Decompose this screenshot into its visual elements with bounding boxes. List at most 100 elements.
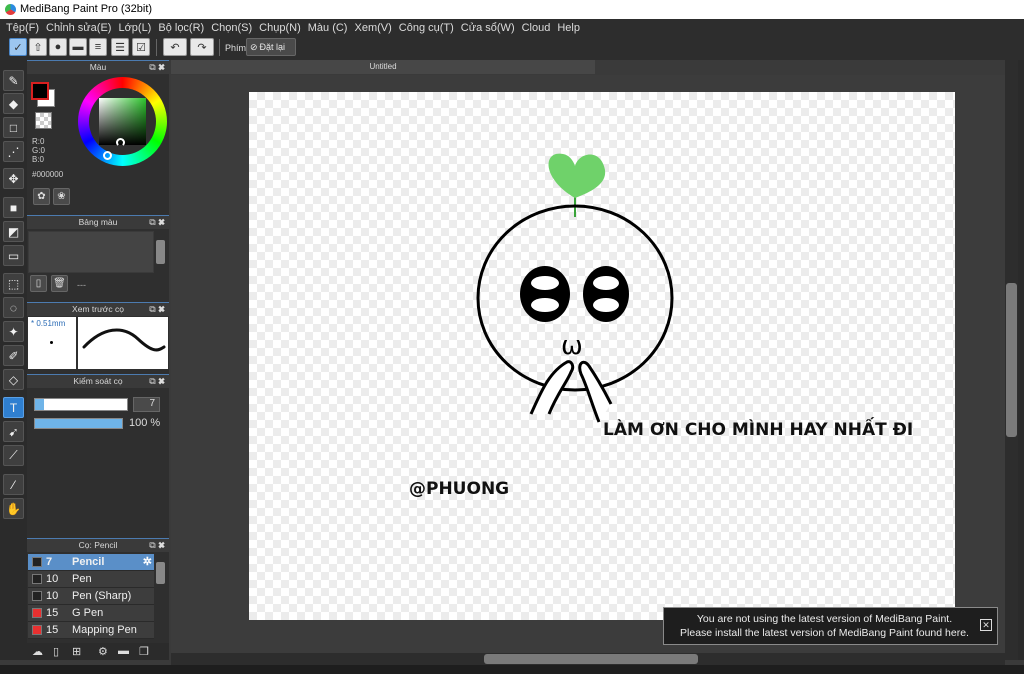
- menu-select[interactable]: Chọn(S): [209, 19, 257, 37]
- bucket-tool-icon[interactable]: ◩: [3, 221, 24, 242]
- horizontal-scroll-thumb[interactable]: [484, 654, 698, 664]
- move-tool-icon[interactable]: ✥: [3, 168, 24, 189]
- right-eye: [583, 266, 629, 322]
- select-rect-icon[interactable]: ⬚: [3, 273, 24, 294]
- gradient-tool-icon[interactable]: ▭: [3, 245, 24, 266]
- checklist-icon[interactable]: ☑: [132, 38, 150, 56]
- menu-edit[interactable]: Chỉnh sửa(E): [44, 19, 116, 37]
- page-list-icon[interactable]: ☰: [111, 38, 129, 56]
- foreground-color-swatch[interactable]: [31, 82, 49, 100]
- dot-tool-icon[interactable]: ⋰: [3, 141, 24, 162]
- panel-controls-icon[interactable]: ⧉ ✖: [149, 216, 165, 229]
- cloud-check-icon[interactable]: ✓: [9, 38, 27, 56]
- left-hand: [529, 360, 575, 415]
- speech-bubble-icon[interactable]: ▬: [69, 38, 87, 56]
- notification-line-2[interactable]: Please install the latest version of Med…: [664, 626, 985, 640]
- redo-icon[interactable]: ↷: [190, 38, 214, 56]
- hand-tool-icon[interactable]: ✋: [3, 498, 24, 519]
- menu-color[interactable]: Màu (C): [306, 19, 353, 37]
- color-palette-icon[interactable]: ✿: [33, 188, 50, 205]
- rectangle-tool-icon[interactable]: □: [3, 117, 24, 138]
- new-brush-icon[interactable]: ▯: [53, 645, 59, 658]
- eyedropper-tool-icon[interactable]: ⁄: [3, 474, 24, 495]
- close-icon[interactable]: ✕: [980, 619, 992, 631]
- add-brush-icon[interactable]: ⊞: [72, 645, 81, 658]
- reset-button[interactable]: ⊘ Đặt lại: [246, 38, 296, 56]
- document-icon[interactable]: ≡: [89, 38, 107, 56]
- palette-area[interactable]: [28, 231, 154, 273]
- menu-cloud[interactable]: Cloud: [520, 19, 556, 37]
- color-mixer-icon[interactable]: ❀: [53, 188, 70, 205]
- brush-color-chip: [32, 557, 42, 567]
- brush-list-title: Cọ: Pencil: [78, 540, 118, 550]
- comment-icon[interactable]: ●: [49, 38, 67, 56]
- menu-window[interactable]: Cửa sổ(W): [459, 19, 520, 37]
- toolbar-divider: [219, 39, 220, 56]
- folder-icon[interactable]: ▬: [118, 645, 129, 657]
- delete-palette-icon[interactable]: 🗑: [51, 275, 68, 292]
- cloud-download-icon[interactable]: ☁: [32, 645, 43, 658]
- menu-filter[interactable]: Bộ lọc(R): [156, 19, 209, 37]
- new-palette-icon[interactable]: ▯: [30, 275, 47, 292]
- magic-wand-icon[interactable]: ✦: [3, 321, 24, 342]
- brush-color-chip: [32, 574, 42, 584]
- brush-list-header: Cọ: Pencil ⧉ ✖: [27, 538, 169, 552]
- palette-scroll-thumb[interactable]: [156, 240, 165, 264]
- fill-rectangle-icon[interactable]: ■: [3, 197, 24, 218]
- brush-list-scroll-thumb[interactable]: [156, 562, 165, 584]
- gear-icon[interactable]: ✲: [143, 555, 152, 568]
- opacity-slider[interactable]: [34, 418, 123, 429]
- vertical-scroll-thumb[interactable]: [1006, 283, 1017, 437]
- panel-controls-icon[interactable]: ⧉ ✖: [149, 61, 165, 74]
- panel-controls-icon[interactable]: ⧉ ✖: [149, 539, 165, 552]
- reset-label: Đặt lại: [259, 42, 286, 52]
- tool-column: ✎ ◆ □ ⋰ ✥ ■ ◩ ▭ ⬚ ◌ ✦ ✐ ◇ T ➹ ⟋ ⁄ ✋: [0, 60, 27, 660]
- copy-brush-icon[interactable]: ❐: [139, 645, 149, 658]
- brush-color-chip: [32, 625, 42, 635]
- brush-item[interactable]: 10 Pen (Sharp): [28, 588, 154, 605]
- brush-name: Pen (Sharp): [72, 590, 132, 602]
- document-tab[interactable]: Untitled: [171, 60, 595, 74]
- brush-tool-icon[interactable]: ✎: [3, 70, 24, 91]
- transparent-swatch[interactable]: [35, 112, 52, 129]
- menu-help[interactable]: Help: [555, 19, 585, 37]
- palette-panel-title: Bảng màu: [78, 217, 118, 227]
- hue-cursor: [103, 151, 112, 160]
- update-notification[interactable]: You are not using the latest version of …: [663, 607, 998, 645]
- text-tool-icon[interactable]: T: [3, 397, 24, 418]
- brush-name: Mapping Pen: [72, 624, 137, 636]
- brush-item[interactable]: 10 Pen: [28, 571, 154, 588]
- green-value: G:0: [32, 146, 45, 155]
- brush-item[interactable]: 15 Mapping Pen: [28, 622, 154, 639]
- brush-settings-icon[interactable]: ⚙: [98, 645, 108, 658]
- menu-tools[interactable]: Công cụ(T): [397, 19, 459, 37]
- menu-view[interactable]: Xem(V): [352, 19, 396, 37]
- menu-file[interactable]: Tệp(F): [4, 19, 44, 37]
- brush-size: 15: [46, 607, 59, 619]
- select-pen-icon[interactable]: ✐: [3, 345, 24, 366]
- eraser-tool-icon[interactable]: ◆: [3, 93, 24, 114]
- menu-layer[interactable]: Lớp(L): [116, 19, 156, 37]
- panel-controls-icon[interactable]: ⧉ ✖: [149, 303, 165, 316]
- undo-icon[interactable]: ↶: [163, 38, 187, 56]
- drawing-canvas[interactable]: ω LÀM ƠN CHO MÌNH HAY NHẤT ĐI @PHUONG: [249, 92, 955, 620]
- mouth-text: ω: [561, 331, 583, 361]
- brush-size-fill: [35, 399, 45, 410]
- left-eye: [520, 266, 570, 322]
- share-icon[interactable]: ⇧: [29, 38, 47, 56]
- palette-panel-header: Bảng màu ⧉ ✖: [27, 215, 169, 229]
- brush-size-input[interactable]: 7: [133, 397, 160, 412]
- sprout-leaf: [548, 153, 606, 198]
- select-eraser-icon[interactable]: ◇: [3, 369, 24, 390]
- brush-preview-header: Xem trước cọ ⧉ ✖: [27, 302, 169, 316]
- brush-preview-title: Xem trước cọ: [72, 304, 124, 314]
- menu-snap[interactable]: Chụp(N): [257, 19, 306, 37]
- brush-item[interactable]: 7 Pencil ✲: [28, 554, 154, 571]
- lasso-tool-icon[interactable]: ◌: [3, 297, 24, 318]
- panel-controls-icon[interactable]: ⧉ ✖: [149, 375, 165, 388]
- brush-item[interactable]: 15 G Pen: [28, 605, 154, 622]
- brush-size-slider[interactable]: [34, 398, 128, 411]
- status-bar: [0, 665, 1024, 674]
- divide-tool-icon[interactable]: ⟋: [3, 445, 24, 466]
- operation-tool-icon[interactable]: ➹: [3, 421, 24, 442]
